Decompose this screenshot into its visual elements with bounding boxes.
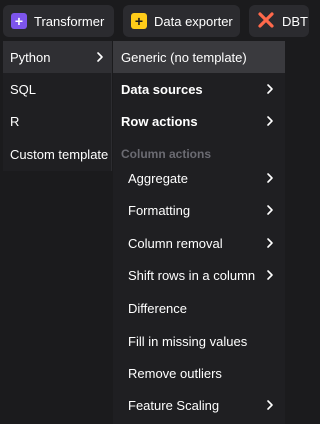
plus-icon: + [131,13,147,29]
menu-item-label: Formatting [128,202,191,218]
menu-item-label: Row actions [121,113,198,129]
menu-item-label: R [10,113,20,129]
chevron-right-icon [267,205,273,215]
menu-item-row-actions[interactable]: Row actions [113,105,285,137]
menu-item-label: Difference [128,300,188,316]
menu-item-label: SQL [10,81,37,97]
block-language-menu: Python SQL R Custom template [3,41,112,171]
chevron-right-icon [267,270,273,280]
section-header-label: Column actions [121,147,212,161]
menu-item-label: Python [10,49,51,65]
menu-item-label: Data sources [121,81,203,97]
menu-item-shift-rows-in-a-column[interactable]: Shift rows in a column [113,259,285,291]
menu-item-label: Fill in missing values [128,333,248,349]
chevron-right-icon [267,84,273,94]
plus-icon: + [11,13,27,29]
menu-item-remove-outliers[interactable]: Remove outliers [113,357,285,389]
menu-item-label: Generic (no template) [121,49,247,65]
menu-item-label: Feature Scaling [128,397,220,413]
dbt-logo-icon [258,12,274,28]
menu-item-label: Custom template [10,146,109,162]
menu-item-label: Column removal [128,235,223,251]
menu-item-feature-scaling[interactable]: Feature Scaling [113,389,285,421]
menu-item-label: Shift rows in a column [128,267,256,283]
menu-item-fill-in-missing-values[interactable]: Fill in missing values [113,325,285,357]
chevron-right-icon [267,238,273,248]
chevron-right-icon [267,173,273,183]
menu-item-column-removal[interactable]: Column removal [113,227,285,259]
chevron-right-icon [267,400,273,410]
python-template-submenu: Generic (no template) Data sources Row a… [113,41,285,424]
dbt-button[interactable]: DBT [249,5,309,37]
menu-item-custom-template[interactable]: Custom template [3,138,112,170]
menu-item-python[interactable]: Python [3,41,112,73]
menu-item-label: Remove outliers [128,365,222,381]
menu-item-formatting[interactable]: Formatting [113,194,285,226]
menu-item-label: Aggregate [128,170,188,186]
menu-item-data-sources[interactable]: Data sources [113,73,285,105]
transformer-button[interactable]: + Transformer [3,5,114,37]
data-exporter-button[interactable]: + Data exporter [123,5,240,37]
chevron-right-icon [97,52,103,62]
menu-item-generic-no-template[interactable]: Generic (no template) [113,41,285,73]
data-exporter-label: Data exporter [154,13,233,29]
chevron-right-icon [267,116,273,126]
app-stage: + Transformer + Data exporter DBT Python… [0,0,309,424]
add-block-toolbar: + Transformer + Data exporter DBT [0,0,309,41]
menu-item-sql[interactable]: SQL [3,73,112,105]
menu-item-aggregate[interactable]: Aggregate [113,162,285,194]
dbt-label: DBT [282,13,308,29]
menu-item-r[interactable]: R [3,105,112,137]
menu-item-difference[interactable]: Difference [113,292,285,324]
transformer-label: Transformer [34,13,105,29]
